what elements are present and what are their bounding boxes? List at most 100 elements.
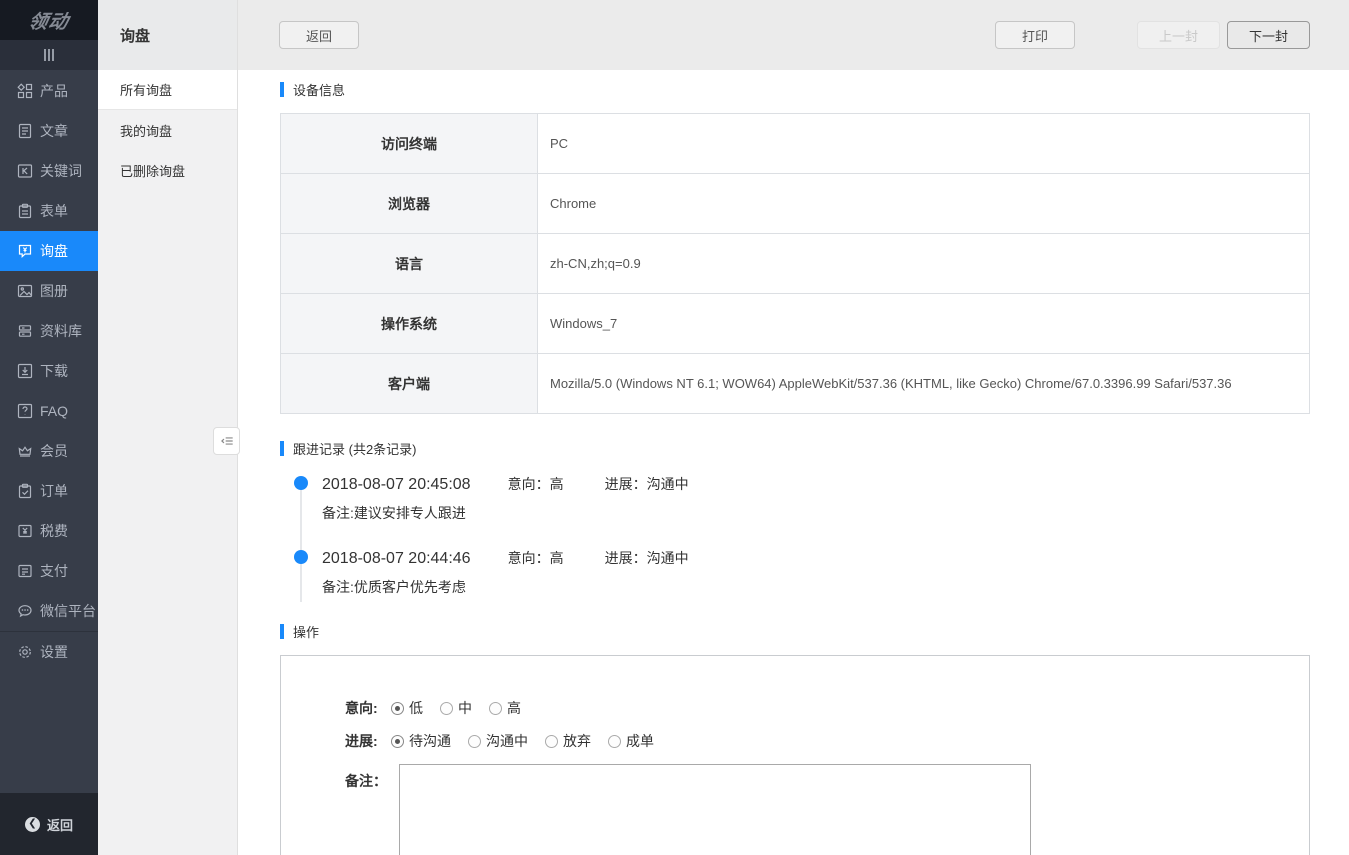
sidebar-item-label: 文章 [40,121,68,141]
operation-section: 操作 意向: 低 中 [280,622,1310,855]
sidebar-item-albums[interactable]: 图册 [0,271,98,311]
followup-intent: 意向：高 [508,474,564,494]
timeline-dot-icon [294,476,308,490]
row-value: Mozilla/5.0 (Windows NT 6.1; WOW64) Appl… [538,354,1310,414]
device-info-title: 设备信息 [280,80,1310,99]
faq-icon [17,403,33,419]
table-row: 客户端 Mozilla/5.0 (Windows NT 6.1; WOW64) … [281,354,1310,414]
followup-entry: 2018-08-07 20:44:46 意向：高 进展：沟通中 备注:优质客户优… [280,548,1310,597]
sidebar-item-products[interactable]: 产品 [0,71,98,111]
gear-icon [17,644,33,660]
sidebar-collapse-button[interactable] [0,40,98,70]
sidebar-item-members[interactable]: 会员 [0,431,98,471]
secondary-sidebar-title: 询盘 [98,0,237,70]
radio-icon [440,702,453,715]
row-label: 语言 [281,234,538,294]
progress-label: 进展: [345,731,391,751]
next-letter-button[interactable]: 下一封 [1227,21,1310,49]
followup-note: 备注:优质客户优先考虑 [322,577,1310,597]
progress-radio-communicating[interactable]: 沟通中 [468,731,528,751]
sidebar-item-label: 税费 [40,521,68,541]
keyword-icon [17,163,33,179]
primary-sidebar: 领动 产品 文章 关键词 表单 询盘 [0,0,98,855]
sidebar-item-tax[interactable]: 税费 [0,511,98,551]
device-info-section: 设备信息 访问终端 PC 浏览器 Chrome 语言 [280,80,1310,414]
sidebar-item-wechat[interactable]: 微信平台 [0,591,98,631]
followup-progress: 进展：沟通中 [605,548,689,568]
row-label: 浏览器 [281,174,538,234]
note-textarea[interactable] [399,764,1031,855]
subsidebar-item-all-inquiries[interactable]: 所有询盘 [98,70,237,110]
sidebar-item-label: 表单 [40,201,68,221]
intent-radio-high[interactable]: 高 [489,698,521,718]
table-row: 访问终端 PC [281,114,1310,174]
wechat-icon [17,603,33,619]
sidebar-item-label: 会员 [40,441,68,461]
sidebar-item-settings[interactable]: 设置 [0,632,98,672]
sidebar-item-articles[interactable]: 文章 [0,111,98,151]
row-value: Windows_7 [538,294,1310,354]
inquiry-icon [17,243,33,259]
sidebar-back-label: 返回 [47,815,73,834]
progress-radio-closed[interactable]: 成单 [608,731,654,751]
row-value: PC [538,114,1310,174]
sidebar-item-keywords[interactable]: 关键词 [0,151,98,191]
sidebar-item-label: 支付 [40,561,68,581]
sidebar-item-inquiries[interactable]: 询盘 [0,231,98,271]
radio-icon [545,735,558,748]
payment-icon [17,563,33,579]
collapse-bars-icon [44,49,46,61]
subsidebar-item-my-inquiries[interactable]: 我的询盘 [98,110,237,150]
row-value: Chrome [538,174,1310,234]
row-label: 客户端 [281,354,538,414]
section-bar-icon [280,82,284,97]
app-window: 领动 产品 文章 关键词 表单 询盘 [0,0,1349,855]
note-label: 备注： [345,764,399,791]
sidebar-item-library[interactable]: 资料库 [0,311,98,351]
sidebar-item-label: FAQ [40,403,68,419]
sidebar-item-faq[interactable]: FAQ [0,391,98,431]
sidebar-item-orders[interactable]: 订单 [0,471,98,511]
sidebar-item-downloads[interactable]: 下载 [0,351,98,391]
progress-radio-pending[interactable]: 待沟通 [391,731,451,751]
print-button[interactable]: 打印 [995,21,1075,49]
device-info-table: 访问终端 PC 浏览器 Chrome 语言 zh-CN,zh;q=0.9 操 [280,113,1310,414]
radio-icon [468,735,481,748]
intent-radio-low[interactable]: 低 [391,698,423,718]
followup-intent: 意向：高 [508,548,564,568]
logo-text: 领动 [26,7,72,34]
followup-title: 跟进记录 (共2条记录) [280,439,1310,458]
followup-time: 2018-08-07 20:45:08 [322,476,471,494]
content-panel: 设备信息 访问终端 PC 浏览器 Chrome 语言 [238,70,1349,855]
sidebar-item-label: 产品 [40,81,68,101]
tax-icon [17,523,33,539]
intent-radio-medium[interactable]: 中 [440,698,472,718]
sidebar-item-forms[interactable]: 表单 [0,191,98,231]
note-field: 备注： [345,764,1309,855]
sidebar-item-label: 订单 [40,481,68,501]
row-label: 操作系统 [281,294,538,354]
sidebar-item-label: 图册 [40,281,68,301]
sidebar-item-label: 询盘 [40,241,68,261]
section-bar-icon [280,441,284,456]
album-icon [17,283,33,299]
timeline-dot-icon [294,550,308,564]
order-icon [17,483,33,499]
back-button[interactable]: 返回 [279,21,359,49]
sidebar-item-payment[interactable]: 支付 [0,551,98,591]
radio-checked-icon [391,735,404,748]
intent-field: 意向: 低 中 高 [345,698,1309,718]
followup-timeline: 2018-08-07 20:45:08 意向：高 进展：沟通中 备注:建议安排专… [280,474,1310,597]
operation-form: 意向: 低 中 高 [280,655,1310,855]
sidebar-back-button[interactable]: ❮ 返回 [0,793,98,855]
sidebar-item-label: 设置 [40,642,68,662]
member-icon [17,443,33,459]
app-logo: 领动 [0,0,98,40]
progress-field: 进展: 待沟通 沟通中 放弃 [345,731,1309,751]
menu-fold-button[interactable] [213,427,240,455]
subsidebar-item-deleted-inquiries[interactable]: 已删除询盘 [98,150,237,190]
radio-icon [608,735,621,748]
table-row: 操作系统 Windows_7 [281,294,1310,354]
progress-radio-abandoned[interactable]: 放弃 [545,731,591,751]
previous-letter-button[interactable]: 上一封 [1137,21,1220,49]
